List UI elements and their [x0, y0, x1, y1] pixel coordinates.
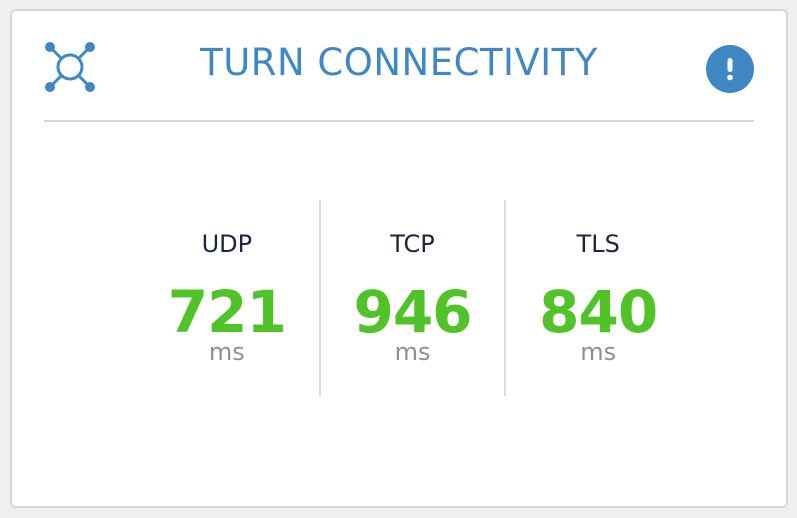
card-header: TURN CONNECTIVITY — [12, 11, 786, 123]
alert-button[interactable] — [706, 45, 754, 93]
metric-label: TCP — [390, 230, 435, 258]
metric-tcp: TCP 946 ms — [318, 200, 505, 396]
metric-value: 721 — [167, 278, 287, 346]
card-title: TURN CONNECTIVITY — [200, 41, 598, 84]
turn-connectivity-card: TURN CONNECTIVITY UDP 721 ms TCP 946 ms … — [10, 9, 788, 508]
metric-label: UDP — [201, 230, 253, 258]
header-divider — [44, 120, 754, 122]
exclamation-icon — [725, 57, 735, 81]
metric-value: 946 — [353, 278, 472, 346]
metric-unit: ms — [208, 338, 245, 366]
metric-value: 840 — [539, 278, 658, 346]
metric-tls: TLS 840 ms — [504, 200, 690, 396]
metric-udp: UDP 721 ms — [135, 200, 319, 396]
latency-metrics: UDP 721 ms TCP 946 ms TLS 840 ms — [135, 200, 690, 396]
metric-unit: ms — [580, 338, 617, 366]
metric-label: TLS — [576, 230, 620, 258]
metric-unit: ms — [394, 338, 431, 366]
